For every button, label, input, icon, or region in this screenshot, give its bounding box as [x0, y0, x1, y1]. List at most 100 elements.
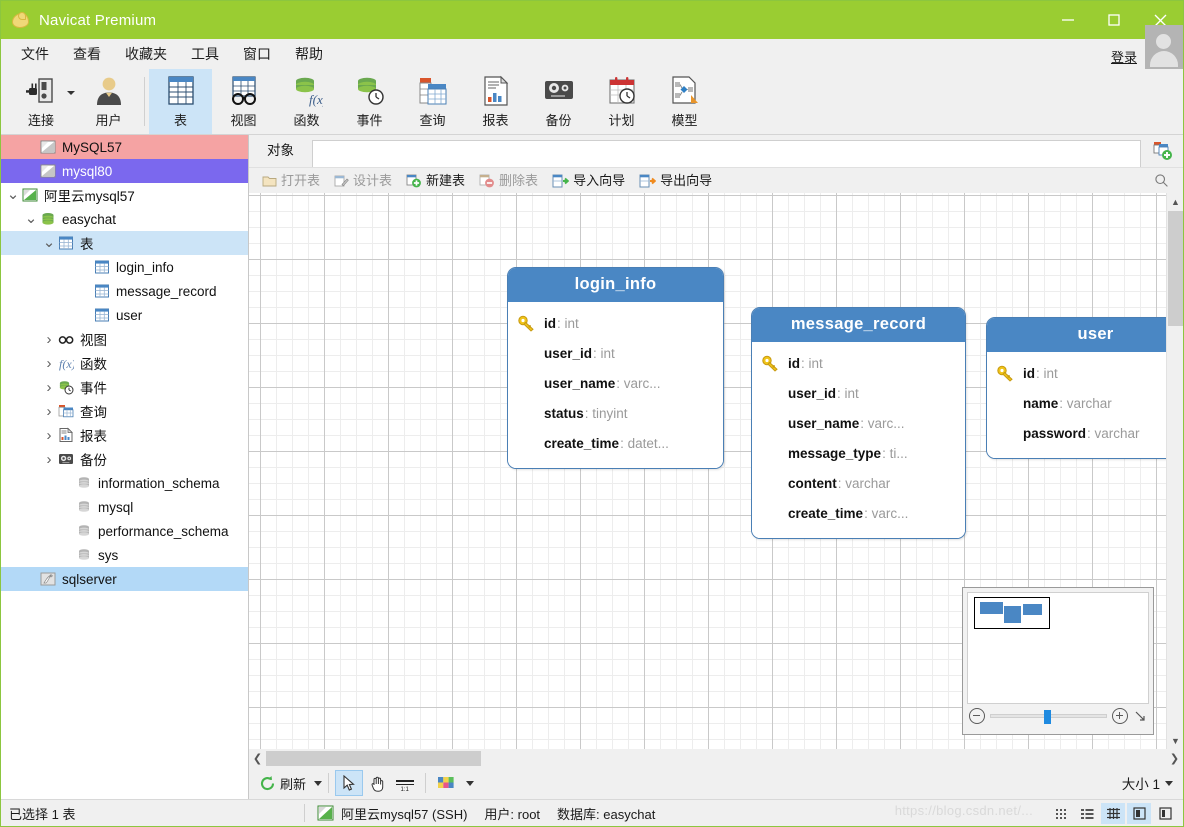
chevron-down-icon[interactable]: ⌄ — [5, 187, 21, 202]
sidebar-node-mysql57[interactable]: MySQL57 — [1, 135, 248, 159]
new-table-button[interactable]: 新建表 — [399, 170, 472, 192]
chevron-down-icon[interactable]: ⌄ — [23, 211, 39, 226]
entity-field-row[interactable]: id: int — [752, 348, 965, 378]
resize-grip-icon[interactable] — [1133, 711, 1147, 722]
size-dropdown-icon[interactable] — [1165, 780, 1173, 786]
import-wizard-button[interactable]: 导入向导 — [545, 170, 632, 192]
vertical-scroll-thumb[interactable] — [1168, 211, 1183, 326]
minimap-viewport[interactable] — [974, 597, 1050, 629]
zoom-slider-knob[interactable] — [1043, 710, 1051, 724]
minimize-button[interactable] — [1045, 1, 1091, 39]
entity-field-row[interactable]: create_time: varc... — [752, 498, 965, 528]
chevron-down-icon[interactable] — [67, 91, 75, 95]
refresh-button[interactable]: 刷新 — [255, 770, 310, 796]
vertical-scrollbar[interactable]: ▲ ▼ — [1166, 193, 1183, 749]
design-table-button[interactable]: 设计表 — [327, 170, 399, 192]
menu-item-window[interactable]: 窗口 — [231, 41, 283, 67]
chevron-down-icon[interactable]: ⌄ — [41, 235, 57, 250]
canvas-size-control[interactable]: 大小 1 — [1122, 773, 1173, 793]
entity-field-row[interactable]: id: int — [987, 358, 1166, 388]
entity-field-row[interactable]: name: varchar — [987, 388, 1166, 418]
chevron-right-icon[interactable]: › — [41, 331, 57, 348]
sidebar-node-查询[interactable]: › 查询 — [1, 399, 248, 423]
ribbon-button-backup[interactable]: 备份 — [527, 69, 590, 134]
ribbon-button-query[interactable]: 查询 — [401, 69, 464, 134]
chevron-right-icon[interactable]: › — [41, 379, 57, 396]
menu-item-file[interactable]: 文件 — [9, 41, 61, 67]
entity-field-row[interactable]: id: int — [508, 308, 723, 338]
sidebar-node-备份[interactable]: › 备份 — [1, 447, 248, 471]
sidebar-node-函数[interactable]: › f(x) 函数 — [1, 351, 248, 375]
ribbon-button-schedule[interactable]: 计划 — [590, 69, 653, 134]
sidebar-node-easychat[interactable]: ⌄ easychat — [1, 207, 248, 231]
sidebar-node-sqlserver[interactable]: sqlserver — [1, 567, 248, 591]
sidebar-node-mysql[interactable]: mysql — [1, 495, 248, 519]
login-link[interactable]: 登录 — [1111, 47, 1137, 66]
color-palette-button[interactable] — [432, 770, 460, 796]
new-tab-plus-icon[interactable] — [1143, 135, 1183, 167]
sidebar-node-message_record[interactable]: message_record — [1, 279, 248, 303]
entity-login_info[interactable]: login_info id: int user_id: int user_name: … — [507, 267, 724, 469]
horizontal-scroll-track[interactable] — [266, 750, 1166, 767]
entity-field-row[interactable]: user_name: varc... — [508, 368, 723, 398]
search-icon[interactable] — [1154, 173, 1169, 191]
ribbon-button-connection[interactable]: 连接 — [5, 69, 77, 134]
form-view-button[interactable] — [1127, 802, 1151, 824]
menu-item-view[interactable]: 查看 — [61, 41, 113, 67]
list-view-button[interactable] — [1075, 803, 1099, 824]
menu-item-favorites[interactable]: 收藏夹 — [113, 41, 179, 67]
entity-user[interactable]: user id: int name: varchar password: varcha… — [986, 317, 1166, 459]
sidebar-node-表[interactable]: ⌄ 表 — [1, 231, 248, 255]
sidebar-node-视图[interactable]: › 视图 — [1, 327, 248, 351]
minimap-panel[interactable] — [962, 587, 1154, 735]
form2-view-button[interactable] — [1153, 803, 1177, 824]
ribbon-button-function[interactable]: f(x) 函数 — [275, 69, 338, 134]
sidebar-node-报表[interactable]: › 报表 — [1, 423, 248, 447]
menu-item-tools[interactable]: 工具 — [179, 41, 231, 67]
sidebar-node-login_info[interactable]: login_info — [1, 255, 248, 279]
chevron-right-icon[interactable]: › — [41, 427, 57, 444]
ribbon-button-report[interactable]: 报表 — [464, 69, 527, 134]
scroll-right-arrow-icon[interactable]: ❯ — [1166, 750, 1183, 767]
ribbon-button-user[interactable]: 用户 — [77, 69, 140, 134]
er-diagram-canvas[interactable]: user id: int name: varchar password: varcha… — [249, 193, 1166, 749]
open-table-button[interactable]: 打开表 — [255, 170, 327, 192]
entity-field-row[interactable]: status: tinyint — [508, 398, 723, 428]
entity-field-row[interactable]: content: varchar — [752, 468, 965, 498]
sidebar-tree[interactable]: MySQL57 mysql80 ⌄ 阿里云mysql57 ⌄ easychat ⌄ 表 logi… — [1, 135, 249, 799]
maximize-button[interactable] — [1091, 1, 1137, 39]
chevron-right-icon[interactable]: › — [41, 355, 57, 372]
entity-field-row[interactable]: user_name: varc... — [752, 408, 965, 438]
entity-field-row[interactable]: user_id: int — [752, 378, 965, 408]
grid-dots-view-button[interactable] — [1049, 803, 1073, 824]
horizontal-scrollbar[interactable]: ❮ ❯ — [249, 749, 1183, 767]
menu-item-help[interactable]: 帮助 — [283, 41, 335, 67]
sidebar-node-user[interactable]: user — [1, 303, 248, 327]
entity-field-row[interactable]: message_type: ti... — [752, 438, 965, 468]
sidebar-node-mysql80[interactable]: mysql80 — [1, 159, 248, 183]
chevron-right-icon[interactable]: › — [41, 403, 57, 420]
tab-content-area[interactable] — [312, 140, 1141, 167]
ribbon-button-view[interactable]: 视图 — [212, 69, 275, 134]
zoom-in-button[interactable] — [1112, 708, 1128, 724]
ribbon-button-event[interactable]: 事件 — [338, 69, 401, 134]
table-view-button[interactable] — [1101, 802, 1125, 824]
sidebar-node-performance_schema[interactable]: performance_schema — [1, 519, 248, 543]
zoom-actual-size-button[interactable]: 1:1 — [391, 770, 419, 796]
entity-field-row[interactable]: create_time: datet... — [508, 428, 723, 458]
chevron-right-icon[interactable]: › — [41, 451, 57, 468]
scroll-left-arrow-icon[interactable]: ❮ — [249, 750, 266, 767]
zoom-slider[interactable] — [990, 710, 1107, 724]
export-wizard-button[interactable]: 导出向导 — [632, 170, 719, 192]
sidebar-node-sys[interactable]: sys — [1, 543, 248, 567]
hand-tool-button[interactable] — [363, 770, 391, 796]
sidebar-node-事件[interactable]: › 事件 — [1, 375, 248, 399]
entity-field-row[interactable]: user_id: int — [508, 338, 723, 368]
sidebar-node-阿里云mysql57[interactable]: ⌄ 阿里云mysql57 — [1, 183, 248, 207]
pointer-tool-button[interactable] — [335, 770, 364, 796]
palette-dropdown-icon[interactable] — [466, 780, 475, 786]
delete-table-button[interactable]: 删除表 — [472, 170, 545, 192]
zoom-out-button[interactable] — [969, 708, 985, 724]
ribbon-button-model[interactable]: 模型 — [653, 69, 716, 134]
minimap-canvas[interactable] — [967, 592, 1149, 704]
